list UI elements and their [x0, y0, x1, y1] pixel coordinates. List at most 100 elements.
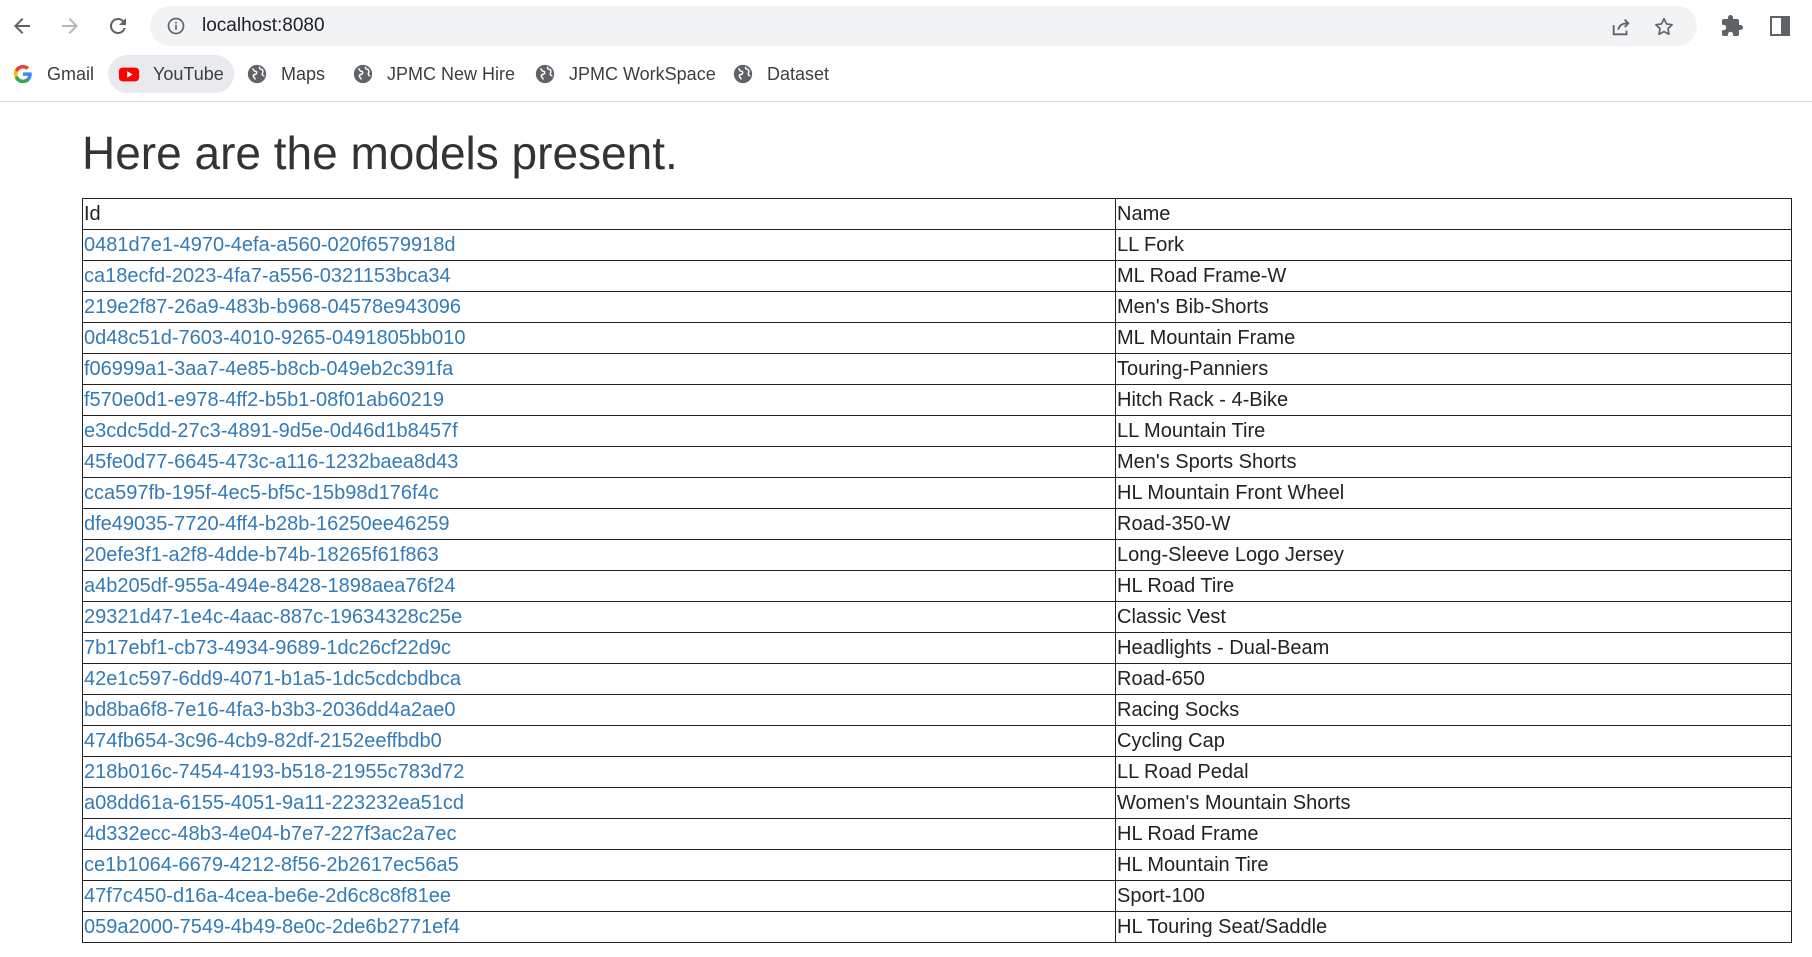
model-id-link[interactable]: 0481d7e1-4970-4efa-a560-020f6579918d — [84, 234, 455, 256]
model-id-link[interactable]: cca597fb-195f-4ec5-bf5c-15b98d176f4c — [84, 482, 439, 504]
model-id-link[interactable]: 218b016c-7454-4193-b518-21955c783d72 — [84, 761, 464, 783]
table-row: 7b17ebf1-cb73-4934-9689-1dc26cf22d9c Head… — [82, 632, 1792, 664]
model-id-link[interactable]: 29321d47-1e4c-4aac-887c-19634328c25e — [84, 606, 462, 628]
bookmark-maps[interactable]: Maps — [236, 55, 335, 93]
model-id-link[interactable]: 219e2f87-26a9-483b-b968-04578e943096 — [84, 296, 461, 318]
table-row: 0d48c51d-7603-4010-9265-0491805bb010 ML M… — [82, 322, 1792, 354]
table-row: dfe49035-7720-4ff4-b28b-16250ee46259 Road… — [82, 508, 1792, 540]
table-row: 218b016c-7454-4193-b518-21955c783d72 LL R… — [82, 756, 1792, 788]
model-id-link[interactable]: 474fb654-3c96-4cb9-82df-2152eeffbdb0 — [84, 730, 442, 752]
bookmark-youtube[interactable]: YouTube — [108, 55, 234, 93]
info-icon[interactable] — [166, 16, 186, 36]
extensions-icon[interactable] — [1720, 14, 1744, 38]
model-id-link[interactable]: 47f7c450-d16a-4cea-be6e-2d6c8c8f81ee — [84, 885, 451, 907]
browser-chrome: localhost:8080 Gmail YouTube Maps JPMC N… — [0, 0, 1812, 102]
table-row: bd8ba6f8-7e16-4fa3-b3b3-2036dd4a2ae0 Raci… — [82, 694, 1792, 726]
bookmark-dataset[interactable]: Dataset — [722, 55, 839, 93]
models-table: Id Name 0481d7e1-4970-4efa-a560-020f6579… — [82, 198, 1792, 943]
table-row: 474fb654-3c96-4cb9-82df-2152eeffbdb0 Cycl… — [82, 725, 1792, 757]
page-title: Here are the models present. — [82, 127, 678, 179]
cell-name: HL Mountain Front Wheel — [1115, 477, 1792, 509]
google-icon — [13, 64, 32, 84]
star-icon[interactable] — [1653, 16, 1675, 38]
cell-id: 219e2f87-26a9-483b-b968-04578e943096 — [82, 291, 1116, 323]
cell-name: Men's Bib-Shorts — [1115, 291, 1792, 323]
cell-id: 45fe0d77-6645-473c-a116-1232baea8d43 — [82, 446, 1116, 478]
model-id-link[interactable]: 45fe0d77-6645-473c-a116-1232baea8d43 — [84, 451, 458, 473]
cell-id: 29321d47-1e4c-4aac-887c-19634328c25e — [82, 601, 1116, 633]
bookmarks-bar: Gmail YouTube Maps JPMC New Hire JPMC Wo… — [0, 52, 1812, 96]
model-id-link[interactable]: dfe49035-7720-4ff4-b28b-16250ee46259 — [84, 513, 450, 535]
cell-id: 47f7c450-d16a-4cea-be6e-2d6c8c8f81ee — [82, 880, 1116, 912]
table-row: 47f7c450-d16a-4cea-be6e-2d6c8c8f81ee Spor… — [82, 880, 1792, 912]
reload-button[interactable] — [102, 8, 134, 44]
cell-name: HL Touring Seat/Saddle — [1115, 911, 1792, 943]
url-text[interactable]: localhost:8080 — [202, 16, 325, 36]
model-id-link[interactable]: e3cdc5dd-27c3-4891-9d5e-0d46d1b8457f — [84, 420, 458, 442]
cell-id: f06999a1-3aa7-4e85-b8cb-049eb2c391fa — [82, 353, 1116, 385]
table-row: 219e2f87-26a9-483b-b968-04578e943096 Men'… — [82, 291, 1792, 323]
cell-id: 059a2000-7549-4b49-8e0c-2de6b2771ef4 — [82, 911, 1116, 943]
reload-icon — [109, 17, 126, 34]
bookmark-label: Maps — [281, 63, 326, 84]
globe-icon — [247, 64, 267, 84]
model-id-link[interactable]: bd8ba6f8-7e16-4fa3-b3b3-2036dd4a2ae0 — [84, 699, 455, 721]
cell-name: HL Road Frame — [1115, 818, 1792, 850]
model-id-link[interactable]: f06999a1-3aa7-4e85-b8cb-049eb2c391fa — [84, 358, 453, 380]
table-row: cca597fb-195f-4ec5-bf5c-15b98d176f4c HL M… — [82, 477, 1792, 509]
cell-id: 218b016c-7454-4193-b518-21955c783d72 — [82, 756, 1116, 788]
globe-icon — [535, 64, 555, 84]
bookmark-gmail[interactable]: Gmail — [2, 55, 104, 93]
bookmark-label: YouTube — [153, 63, 224, 84]
table-row: 4d332ecc-48b3-4e04-b7e7-227f3ac2a7ec HL R… — [82, 818, 1792, 850]
cell-name: Road-350-W — [1115, 508, 1792, 540]
table-row: 29321d47-1e4c-4aac-887c-19634328c25e Clas… — [82, 601, 1792, 633]
column-header-name: Name — [1115, 198, 1792, 230]
model-id-link[interactable]: ce1b1064-6679-4212-8f56-2b2617ec56a5 — [84, 854, 459, 876]
cell-name: Men's Sports Shorts — [1115, 446, 1792, 478]
bookmark-jpmc-workspace[interactable]: JPMC WorkSpace — [524, 55, 726, 93]
cell-name: Classic Vest — [1115, 601, 1792, 633]
page-content: Here are the models present. Id Name 048… — [0, 102, 1812, 957]
model-id-link[interactable]: ca18ecfd-2023-4fa7-a556-0321153bca34 — [84, 265, 451, 287]
share-icon[interactable] — [1610, 16, 1632, 38]
globe-icon — [733, 64, 753, 84]
model-id-link[interactable]: f570e0d1-e978-4ff2-b5b1-08f01ab60219 — [84, 389, 444, 411]
forward-button[interactable] — [54, 8, 86, 44]
cell-name: Racing Socks — [1115, 694, 1792, 726]
model-id-link[interactable]: 20efe3f1-a2f8-4dde-b74b-18265f61f863 — [84, 544, 439, 566]
side-panel-icon[interactable] — [1768, 14, 1792, 38]
model-id-link[interactable]: 059a2000-7549-4b49-8e0c-2de6b2771ef4 — [84, 916, 460, 938]
table-header-row: Id Name — [82, 198, 1792, 230]
cell-id: ca18ecfd-2023-4fa7-a556-0321153bca34 — [82, 260, 1116, 292]
address-bar[interactable]: localhost:8080 — [150, 6, 1697, 46]
cell-id: 7b17ebf1-cb73-4934-9689-1dc26cf22d9c — [82, 632, 1116, 664]
model-id-link[interactable]: 7b17ebf1-cb73-4934-9689-1dc26cf22d9c — [84, 637, 451, 659]
cell-name: HL Mountain Tire — [1115, 849, 1792, 881]
cell-name: Women's Mountain Shorts — [1115, 787, 1792, 819]
bookmark-label: Gmail — [47, 63, 95, 84]
table-row: f06999a1-3aa7-4e85-b8cb-049eb2c391fa Tour… — [82, 353, 1792, 385]
cell-id: f570e0d1-e978-4ff2-b5b1-08f01ab60219 — [82, 384, 1116, 416]
model-id-link[interactable]: a4b205df-955a-494e-8428-1898aea76f24 — [84, 575, 455, 597]
cell-name: HL Road Tire — [1115, 570, 1792, 602]
cell-name: LL Fork — [1115, 229, 1792, 261]
table-row: a4b205df-955a-494e-8428-1898aea76f24 HL R… — [82, 570, 1792, 602]
table-row: 20efe3f1-a2f8-4dde-b74b-18265f61f863 Long… — [82, 539, 1792, 571]
table-row: 0481d7e1-4970-4efa-a560-020f6579918d LL F… — [82, 229, 1792, 261]
cell-name: LL Mountain Tire — [1115, 415, 1792, 447]
back-button[interactable] — [6, 8, 38, 44]
model-id-link[interactable]: 42e1c597-6dd9-4071-b1a5-1dc5cdcbdbca — [84, 668, 461, 690]
table-row: 45fe0d77-6645-473c-a116-1232baea8d43 Men'… — [82, 446, 1792, 478]
cell-id: 42e1c597-6dd9-4071-b1a5-1dc5cdcbdbca — [82, 663, 1116, 695]
bookmark-jpmc-new-hire[interactable]: JPMC New Hire — [342, 55, 525, 93]
table-row: 42e1c597-6dd9-4071-b1a5-1dc5cdcbdbca Road… — [82, 663, 1792, 695]
model-id-link[interactable]: 0d48c51d-7603-4010-9265-0491805bb010 — [84, 327, 465, 349]
bookmark-label: JPMC New Hire — [387, 63, 516, 84]
model-id-link[interactable]: a08dd61a-6155-4051-9a11-223232ea51cd — [84, 792, 464, 814]
model-id-link[interactable]: 4d332ecc-48b3-4e04-b7e7-227f3ac2a7ec — [84, 823, 457, 845]
cell-name: Touring-Panniers — [1115, 353, 1792, 385]
cell-name: Headlights - Dual-Beam — [1115, 632, 1792, 664]
cell-name: LL Road Pedal — [1115, 756, 1792, 788]
table-row: f570e0d1-e978-4ff2-b5b1-08f01ab60219 Hitc… — [82, 384, 1792, 416]
